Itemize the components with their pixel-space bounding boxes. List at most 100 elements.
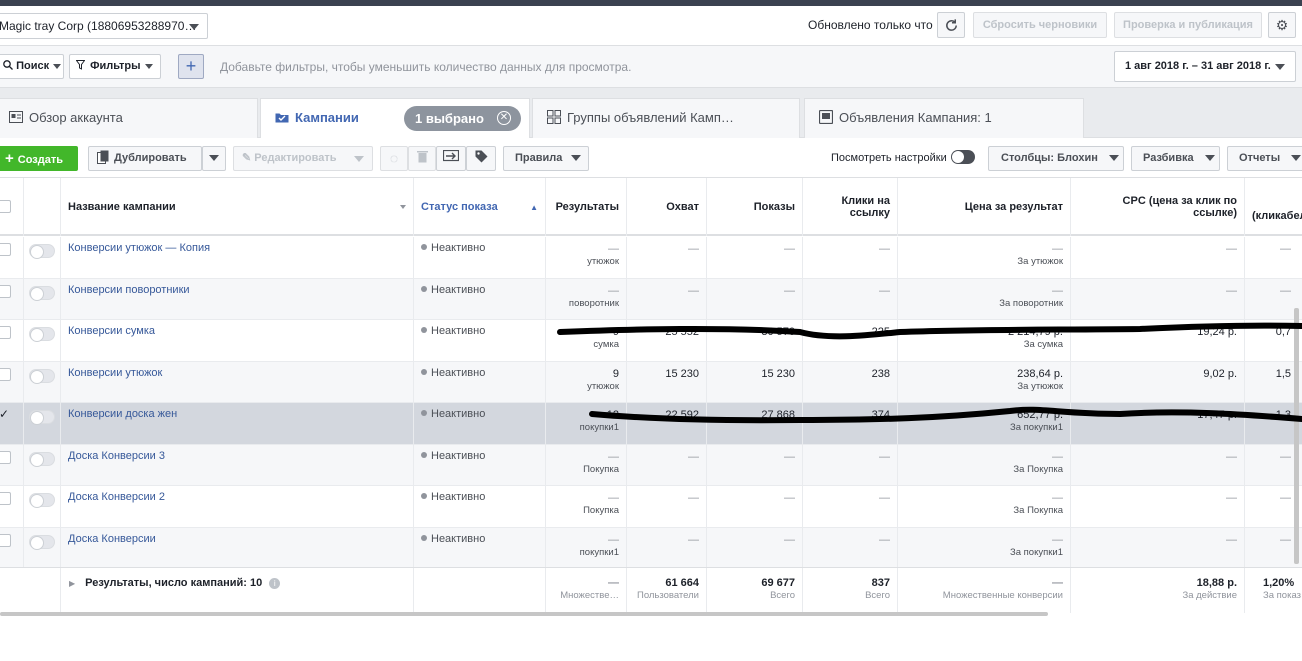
table-row[interactable]: Конверсии утюжок — Копия Неактивно — утюжок… — [0, 237, 1302, 279]
campaign-toggle[interactable] — [29, 244, 55, 259]
horizontal-scrollbar[interactable] — [0, 612, 1048, 616]
create-button[interactable]: + Создать — [0, 146, 78, 171]
date-range-picker[interactable]: 1 авг 2018 г. – 31 авг 2018 г. — [1114, 51, 1296, 82]
table-header: Название кампании Статус показа ▲ Результ… — [0, 178, 1302, 236]
tab-adsets[interactable]: Группы объявлений Камп… — [532, 98, 800, 138]
campaign-toggle[interactable] — [29, 451, 55, 467]
toggle-status-button[interactable]: ◌ — [380, 146, 408, 171]
campaign-toggle[interactable] — [29, 327, 55, 342]
filters-button[interactable]: Фильтры — [69, 54, 161, 79]
tab-account-overview[interactable]: Обзор аккаунта — [0, 98, 258, 138]
column-header-results[interactable]: Результаты — [546, 178, 627, 236]
reports-button[interactable]: Отчеты — [1227, 146, 1302, 171]
vertical-scrollbar[interactable] — [1294, 308, 1299, 564]
totals-label-cell[interactable]: ▶ Результаты, число кампаний: 10 i — [61, 568, 414, 613]
edit-button[interactable]: ✎ Редактировать — [233, 146, 373, 171]
row-toggle-cell — [24, 444, 61, 485]
totals-ctr: 1,20% — [1263, 577, 1295, 589]
duplicate-dropdown[interactable] — [202, 146, 226, 171]
row-toggle-cell — [24, 278, 61, 319]
campaign-name-link[interactable]: Конверсии утюжок — Копия — [68, 242, 210, 254]
table-row[interactable]: Доска Конверсии Неактивно — покупки1— — — — За … — [0, 527, 1302, 569]
metric-value: — — [688, 243, 699, 255]
review-publish-button[interactable]: Проверка и публикация — [1114, 12, 1262, 38]
metric-value: — — [1052, 450, 1063, 463]
campaign-name-link[interactable]: Доска Конверсии — [68, 533, 156, 545]
row-checkbox[interactable] — [0, 326, 11, 339]
row-checkbox[interactable] — [0, 284, 11, 298]
metric-value: — — [1226, 284, 1237, 297]
row-checkbox[interactable] — [0, 243, 11, 256]
column-header-link-clicks[interactable]: Клики на ссылку — [803, 178, 898, 236]
campaign-toggle[interactable] — [29, 285, 55, 301]
columns-button[interactable]: Столбцы: Блохин — [988, 146, 1124, 171]
duplicate-button[interactable]: Дублировать — [88, 146, 202, 171]
tab-ads[interactable]: Объявления Кампания: 1 — [804, 98, 1084, 138]
metric-value: — — [1052, 284, 1063, 297]
table-row[interactable]: Доска Конверсии 2 Неактивно — Покупка — — — — За… — [0, 486, 1302, 528]
discard-drafts-button[interactable]: Сбросить черновики — [973, 12, 1107, 38]
column-header-impressions[interactable]: Показы — [707, 178, 803, 236]
table-row[interactable]: Конверсии утюжок Неактивно 9 утюжок 15 230 15… — [0, 361, 1302, 403]
row-checkbox[interactable] — [0, 492, 11, 505]
sort-ascending-icon: ▲ — [530, 202, 538, 212]
row-checkbox[interactable] — [0, 367, 11, 381]
checkmark-icon[interactable]: ✓ — [0, 407, 9, 421]
column-header-reach[interactable]: Охват — [627, 178, 707, 236]
ab-test-button[interactable] — [436, 146, 466, 171]
refresh-button[interactable] — [937, 12, 965, 38]
campaign-name-link[interactable]: Конверсии утюжок — [68, 367, 162, 379]
campaign-name-link[interactable]: Конверсии доска жен — [68, 408, 177, 420]
status-dot-icon — [421, 368, 427, 375]
chevron-down-icon — [1275, 64, 1285, 70]
breakdown-button[interactable]: Разбивка — [1131, 146, 1220, 171]
metric-sub: За сумка — [1023, 339, 1063, 350]
campaign-toggle[interactable] — [29, 368, 55, 384]
metric-sub: утюжок — [587, 380, 619, 392]
metric-value: — — [784, 533, 795, 546]
totals-clicks-cell: 837 Всего — [803, 568, 898, 613]
column-header-status[interactable]: Статус показа ▲ — [414, 178, 546, 236]
column-header-name[interactable]: Название кампании — [61, 178, 414, 236]
columns-label: Столбцы: Блохин — [1001, 152, 1098, 164]
view-settings-toggle[interactable]: Посмотреть настройки — [831, 150, 975, 165]
tag-button[interactable] — [466, 146, 496, 171]
table-row[interactable]: ✓ Конверсии доска жен Неактивно 12 покупки1 2… — [0, 403, 1302, 445]
row-checkbox[interactable] — [0, 450, 11, 464]
column-header-cost-per-result[interactable]: Цена за результат — [898, 178, 1071, 236]
campaign-name-link[interactable]: Доска Конверсии 2 — [68, 491, 165, 503]
status-text: Неактивно — [431, 242, 486, 254]
metric-value: 225 — [871, 326, 890, 338]
metric-sub: Покупка — [583, 505, 619, 516]
toggle-switch[interactable] — [950, 150, 975, 165]
row-toggle-cell — [24, 527, 61, 568]
status-dot-icon — [421, 410, 427, 417]
close-icon[interactable]: ✕ — [497, 111, 511, 125]
row-checkbox[interactable] — [0, 533, 11, 547]
settings-button[interactable]: ⚙ — [1268, 12, 1296, 38]
campaign-toggle[interactable] — [29, 410, 55, 425]
table-row[interactable]: Конверсии поворотники Неактивно — поворотни… — [0, 278, 1302, 320]
campaign-toggle[interactable] — [29, 493, 55, 508]
selected-chip[interactable]: 1 выбрано ✕ — [404, 106, 521, 131]
chevron-down-icon — [144, 63, 153, 69]
metric-cell: — За покупки1 — [898, 527, 1071, 568]
campaign-name-link[interactable]: Конверсии поворотники — [68, 284, 190, 296]
select-all-checkbox[interactable] — [0, 200, 11, 213]
campaign-toggle[interactable] — [29, 534, 55, 550]
select-all-cell — [0, 178, 24, 236]
table-row[interactable]: Конверсии сумка Неактивно 9 сумка 25 552 30 5… — [0, 320, 1302, 362]
account-overview-icon — [9, 111, 23, 124]
account-selector[interactable]: Magic tray Corp (18806953288970… — [0, 13, 208, 39]
search-button[interactable]: Поиск — [0, 54, 64, 79]
rules-button[interactable]: Правила — [503, 146, 589, 171]
column-header-cpc[interactable]: CPC (цена за клик по ссылке) — [1071, 178, 1245, 236]
metric-value: — — [784, 450, 795, 463]
table-row[interactable]: Доска Конверсии 3 Неактивно — Покупка — — — — За… — [0, 444, 1302, 486]
campaign-name-link[interactable]: Доска Конверсии 3 — [68, 450, 165, 462]
campaign-name-link[interactable]: Конверсии сумка — [68, 325, 155, 337]
add-filter-button[interactable]: + — [178, 54, 204, 79]
column-header-ctr[interactable]: (кликабел — [1245, 178, 1302, 236]
delete-button[interactable] — [408, 146, 436, 171]
metric-value: — — [879, 450, 890, 463]
